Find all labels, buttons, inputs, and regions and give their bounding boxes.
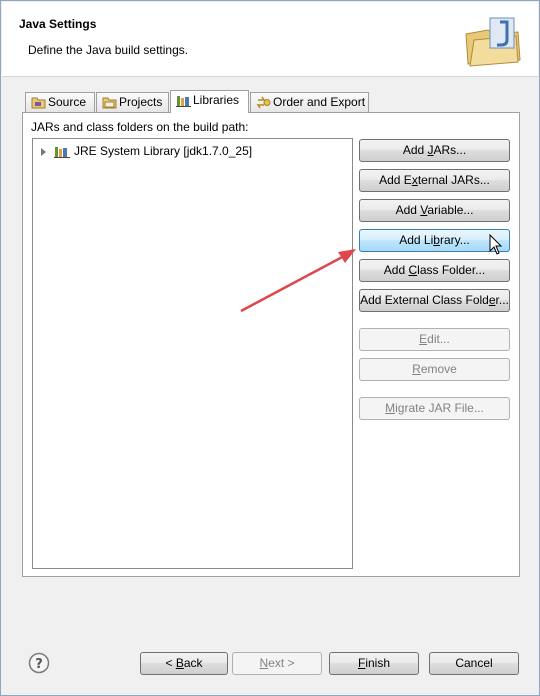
tab-libraries[interactable]: Libraries — [170, 90, 249, 113]
migrate-jar-file-button[interactable]: Migrate JAR File... — [359, 397, 510, 420]
tree-item-label: JRE System Library [jdk1.7.0_25] — [74, 144, 253, 158]
tab-projects[interactable]: Projects — [96, 92, 169, 112]
library-icon — [54, 147, 70, 159]
page-title: Java Settings — [19, 17, 97, 31]
next-button[interactable]: Next > — [232, 652, 322, 675]
add-variable-button[interactable]: Add Variable... — [359, 199, 510, 222]
remove-button[interactable]: Remove — [359, 358, 510, 381]
help-icon[interactable]: ? — [28, 652, 50, 674]
edit-button[interactable]: Edit... — [359, 328, 510, 351]
add-library-button[interactable]: Add Library... — [359, 229, 510, 252]
expand-arrow-icon[interactable] — [41, 147, 46, 156]
order-export-icon — [256, 96, 271, 109]
build-path-label: JARs and class folders on the build path… — [31, 120, 249, 134]
tab-order-export[interactable]: Order and Export — [250, 92, 369, 112]
page-subtitle: Define the Java build settings. — [28, 43, 189, 57]
cancel-button[interactable]: Cancel — [429, 652, 519, 675]
projects-icon — [102, 97, 117, 109]
tab-source[interactable]: Source — [25, 92, 95, 112]
svg-text:?: ? — [35, 657, 43, 672]
mouse-cursor-icon — [489, 234, 503, 255]
tab-order-export-label: Order and Export — [273, 95, 366, 109]
back-button[interactable]: < Back — [140, 652, 228, 675]
tab-libraries-label: Libraries — [193, 93, 240, 107]
finish-button[interactable]: Finish — [329, 652, 419, 675]
dialog-window: Java Settings Define the Java build sett… — [0, 0, 540, 696]
dialog-header: Java Settings Define the Java build sett… — [2, 2, 538, 77]
source-folder-icon — [31, 97, 46, 109]
tab-source-label: Source — [48, 95, 87, 109]
tree-item-jre[interactable]: JRE System Library [jdk1.7.0_25] — [39, 142, 252, 160]
add-class-folder-button[interactable]: Add Class Folder... — [359, 259, 510, 282]
add-external-jars-button[interactable]: Add External JARs... — [359, 169, 510, 192]
build-path-tree[interactable]: JRE System Library [jdk1.7.0_25] — [32, 138, 353, 569]
libraries-icon — [176, 96, 191, 107]
add-jars-button[interactable]: Add JARs... — [359, 139, 510, 162]
add-external-class-folder-button[interactable]: Add External Class Folder... — [359, 289, 510, 312]
folder-jar-icon — [465, 17, 521, 67]
tab-projects-label: Projects — [119, 95, 163, 109]
